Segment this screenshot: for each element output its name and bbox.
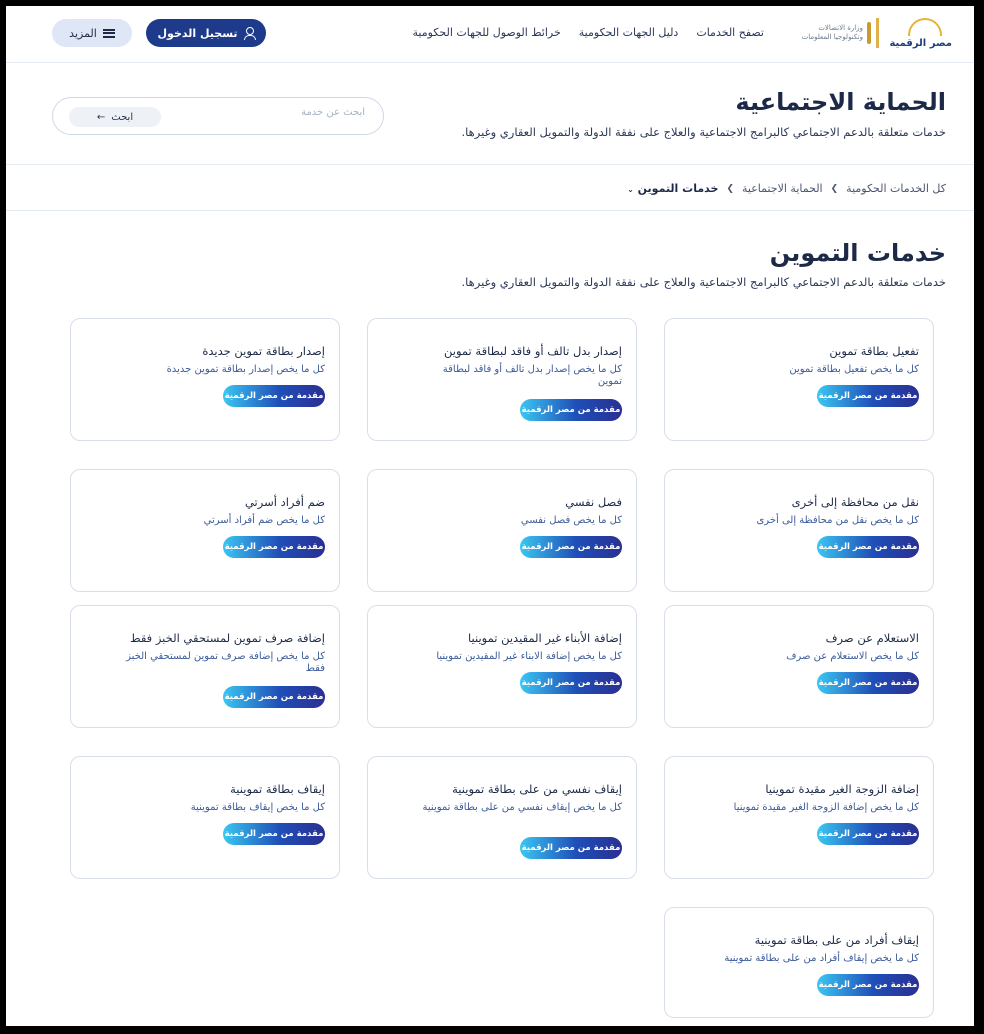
divider	[6, 210, 974, 211]
section-description: خدمات متعلقة بالدعم الاجتماعي كالبرامج ا…	[461, 275, 946, 289]
sun-logo-icon	[908, 18, 942, 36]
breadcrumb-current-label: خدمات التموين	[637, 182, 719, 195]
more-label: المزيد	[69, 26, 97, 40]
search-button[interactable]: ابحث ←	[69, 107, 161, 127]
breadcrumb-item-social-protection[interactable]: الحماية الاجتماعية	[742, 182, 823, 195]
service-card-subtitle: كل ما يخص إصدار بطاقة تموين جديدة	[166, 364, 325, 375]
service-card-subtitle: كل ما يخص إضافة صرف تموين لمستحقي الخبز …	[126, 651, 325, 674]
service-card-subtitle: كل ما يخص تفعيل بطاقة تموين	[789, 364, 919, 375]
service-card[interactable]: نقل من محافظة إلى أخرى كل ما يخص نقل من …	[664, 469, 934, 592]
service-card-subtitle: كل ما يخص نقل من محافظة إلى أخرى	[756, 515, 919, 526]
service-card-title: نقل من محافظة إلى أخرى	[791, 495, 919, 509]
service-card-title: ضم أفراد أسرتي	[244, 495, 325, 509]
provider-badge: مقدمة من مصر الرقمية	[817, 385, 919, 407]
service-card-subtitle: كل ما يخص الاستعلام عن صرف	[786, 651, 919, 662]
ministry-logo: وزارة الاتصالات وتكنولوجيا المعلومات	[797, 18, 879, 48]
service-card-title: إصدار بطاقة تموين جديدة	[202, 344, 325, 358]
provider-badge: مقدمة من مصر الرقمية	[817, 823, 919, 845]
service-card-subtitle: كل ما يخص إصدار بدل تالف أو فاقد لبطاقة …	[442, 364, 622, 387]
breadcrumb-current-dropdown[interactable]: خدمات التموين ⌄	[627, 182, 718, 195]
provider-badge: مقدمة من مصر الرقمية	[520, 837, 622, 859]
user-icon	[243, 27, 256, 40]
nav-link-gov-directory[interactable]: دليل الجهات الحكومية	[579, 26, 679, 39]
service-card-subtitle: كل ما يخص ضم أفراد أسرتي	[203, 515, 325, 526]
service-card-title: إضافة الأبناء غير المقيدين تموينيا	[468, 631, 622, 645]
service-card[interactable]: إضافة الزوجة الغير مقيدة تموينيا كل ما ي…	[664, 756, 934, 879]
provider-badge: مقدمة من مصر الرقمية	[817, 672, 919, 694]
provider-badge: مقدمة من مصر الرقمية	[817, 536, 919, 558]
provider-badge: مقدمة من مصر الرقمية	[520, 672, 622, 694]
chevron-down-icon: ⌄	[627, 185, 634, 194]
provider-badge: مقدمة من مصر الرقمية	[223, 536, 325, 558]
service-card-title: إضافة الزوجة الغير مقيدة تموينيا	[765, 782, 919, 796]
page-frame: مصر الرقمية وزارة الاتصالات وتكنولوجيا ا…	[6, 6, 974, 1026]
hamburger-menu-icon	[102, 28, 115, 38]
ministry-line-2: وتكنولوجيا المعلومات	[801, 33, 863, 41]
service-card[interactable]: إضافة الأبناء غير المقيدين تموينيا كل ما…	[367, 605, 637, 728]
top-navbar: مصر الرقمية وزارة الاتصالات وتكنولوجيا ا…	[6, 6, 974, 63]
brand-logo[interactable]: مصر الرقمية	[889, 16, 952, 56]
page-title: الحماية الاجتماعية	[735, 88, 946, 116]
service-card-title: إيقاف بطاقة تموينية	[230, 782, 325, 796]
nav-link-browse-services[interactable]: تصفح الخدمات	[696, 26, 764, 39]
service-card[interactable]: الاستعلام عن صرف كل ما يخص الاستعلام عن …	[664, 605, 934, 728]
nav-links: تصفح الخدمات دليل الجهات الحكومية خرائط …	[413, 26, 765, 39]
service-card-subtitle: كل ما يخص إضافة الزوجة الغير مقيدة تموين…	[733, 802, 919, 813]
login-label: تسجيل الدخول	[157, 26, 238, 40]
torch-icon	[867, 22, 871, 44]
service-card-subtitle: كل ما يخص إضافة الابناء غير المقيدين تمو…	[436, 651, 622, 662]
service-card-subtitle: كل ما يخص فصل نفسي	[520, 515, 622, 526]
search-button-label: ابحث	[111, 111, 134, 123]
service-card[interactable]: إصدار بدل تالف أو فاقد لبطاقة تموين كل م…	[367, 318, 637, 441]
provider-badge: مقدمة من مصر الرقمية	[223, 686, 325, 708]
breadcrumb-item-all-services[interactable]: كل الخدمات الحكومية	[846, 182, 946, 195]
service-card-title: إيقاف نفسي من على بطاقة تموينية	[452, 782, 622, 796]
chevron-left-icon: ❯	[726, 183, 734, 194]
more-menu-button[interactable]: المزيد	[52, 19, 132, 47]
service-card-title: الاستعلام عن صرف	[825, 631, 919, 645]
service-card-subtitle: كل ما يخص إيقاف نفسي من على بطاقة تمويني…	[422, 802, 622, 813]
breadcrumb: كل الخدمات الحكومية ❯ الحماية الاجتماعية…	[627, 182, 946, 195]
service-card[interactable]: إيقاف بطاقة تموينية كل ما يخص إيقاف بطاق…	[70, 756, 340, 879]
service-card[interactable]: إصدار بطاقة تموين جديدة كل ما يخص إصدار …	[70, 318, 340, 441]
page-header: الحماية الاجتماعية خدمات متعلقة بالدعم ا…	[6, 64, 974, 165]
login-button[interactable]: تسجيل الدخول	[146, 19, 266, 47]
provider-badge: مقدمة من مصر الرقمية	[223, 385, 325, 407]
service-card-subtitle: كل ما يخص إيقاف أفراد من على بطاقة تموين…	[724, 953, 919, 964]
provider-badge: مقدمة من مصر الرقمية	[520, 536, 622, 558]
brand-name: مصر الرقمية	[889, 38, 952, 49]
service-card-subtitle: كل ما يخص إيقاف بطاقة تموينية	[190, 802, 325, 813]
service-card-title: إيقاف أفراد من على بطاقة تموينية	[754, 933, 919, 947]
provider-badge: مقدمة من مصر الرقمية	[817, 974, 919, 996]
provider-badge: مقدمة من مصر الرقمية	[520, 399, 622, 421]
ministry-line-1: وزارة الاتصالات	[818, 24, 863, 32]
service-card-title: إصدار بدل تالف أو فاقد لبطاقة تموين	[444, 344, 622, 358]
service-card[interactable]: تفعيل بطاقة تموين كل ما يخص تفعيل بطاقة …	[664, 318, 934, 441]
service-card[interactable]: إضافة صرف تموين لمستحقي الخبز فقط كل ما …	[70, 605, 340, 728]
service-card-title: إضافة صرف تموين لمستحقي الخبز فقط	[129, 631, 325, 645]
chevron-left-icon: ❯	[830, 183, 839, 194]
provider-badge: مقدمة من مصر الرقمية	[223, 823, 325, 845]
service-card[interactable]: ضم أفراد أسرتي كل ما يخص ضم أفراد أسرتي …	[70, 469, 340, 592]
service-card-title: تفعيل بطاقة تموين	[829, 344, 919, 358]
search-input[interactable]	[215, 107, 365, 118]
service-card[interactable]: إيقاف أفراد من على بطاقة تموينية كل ما ي…	[664, 907, 934, 1018]
nav-link-access-maps[interactable]: خرائط الوصول للجهات الحكومية	[413, 26, 561, 39]
search-box: ابحث ←	[52, 97, 384, 135]
arrow-left-icon: ←	[96, 111, 106, 123]
page-description: خدمات متعلقة بالدعم الاجتماعي كالبرامج ا…	[461, 125, 946, 139]
section-title: خدمات التموين	[769, 239, 946, 267]
service-card[interactable]: إيقاف نفسي من على بطاقة تموينية كل ما يخ…	[367, 756, 637, 879]
service-card-title: فصل نفسي	[565, 495, 622, 509]
service-card[interactable]: فصل نفسي كل ما يخص فصل نفسي مقدمة من مصر…	[367, 469, 637, 592]
